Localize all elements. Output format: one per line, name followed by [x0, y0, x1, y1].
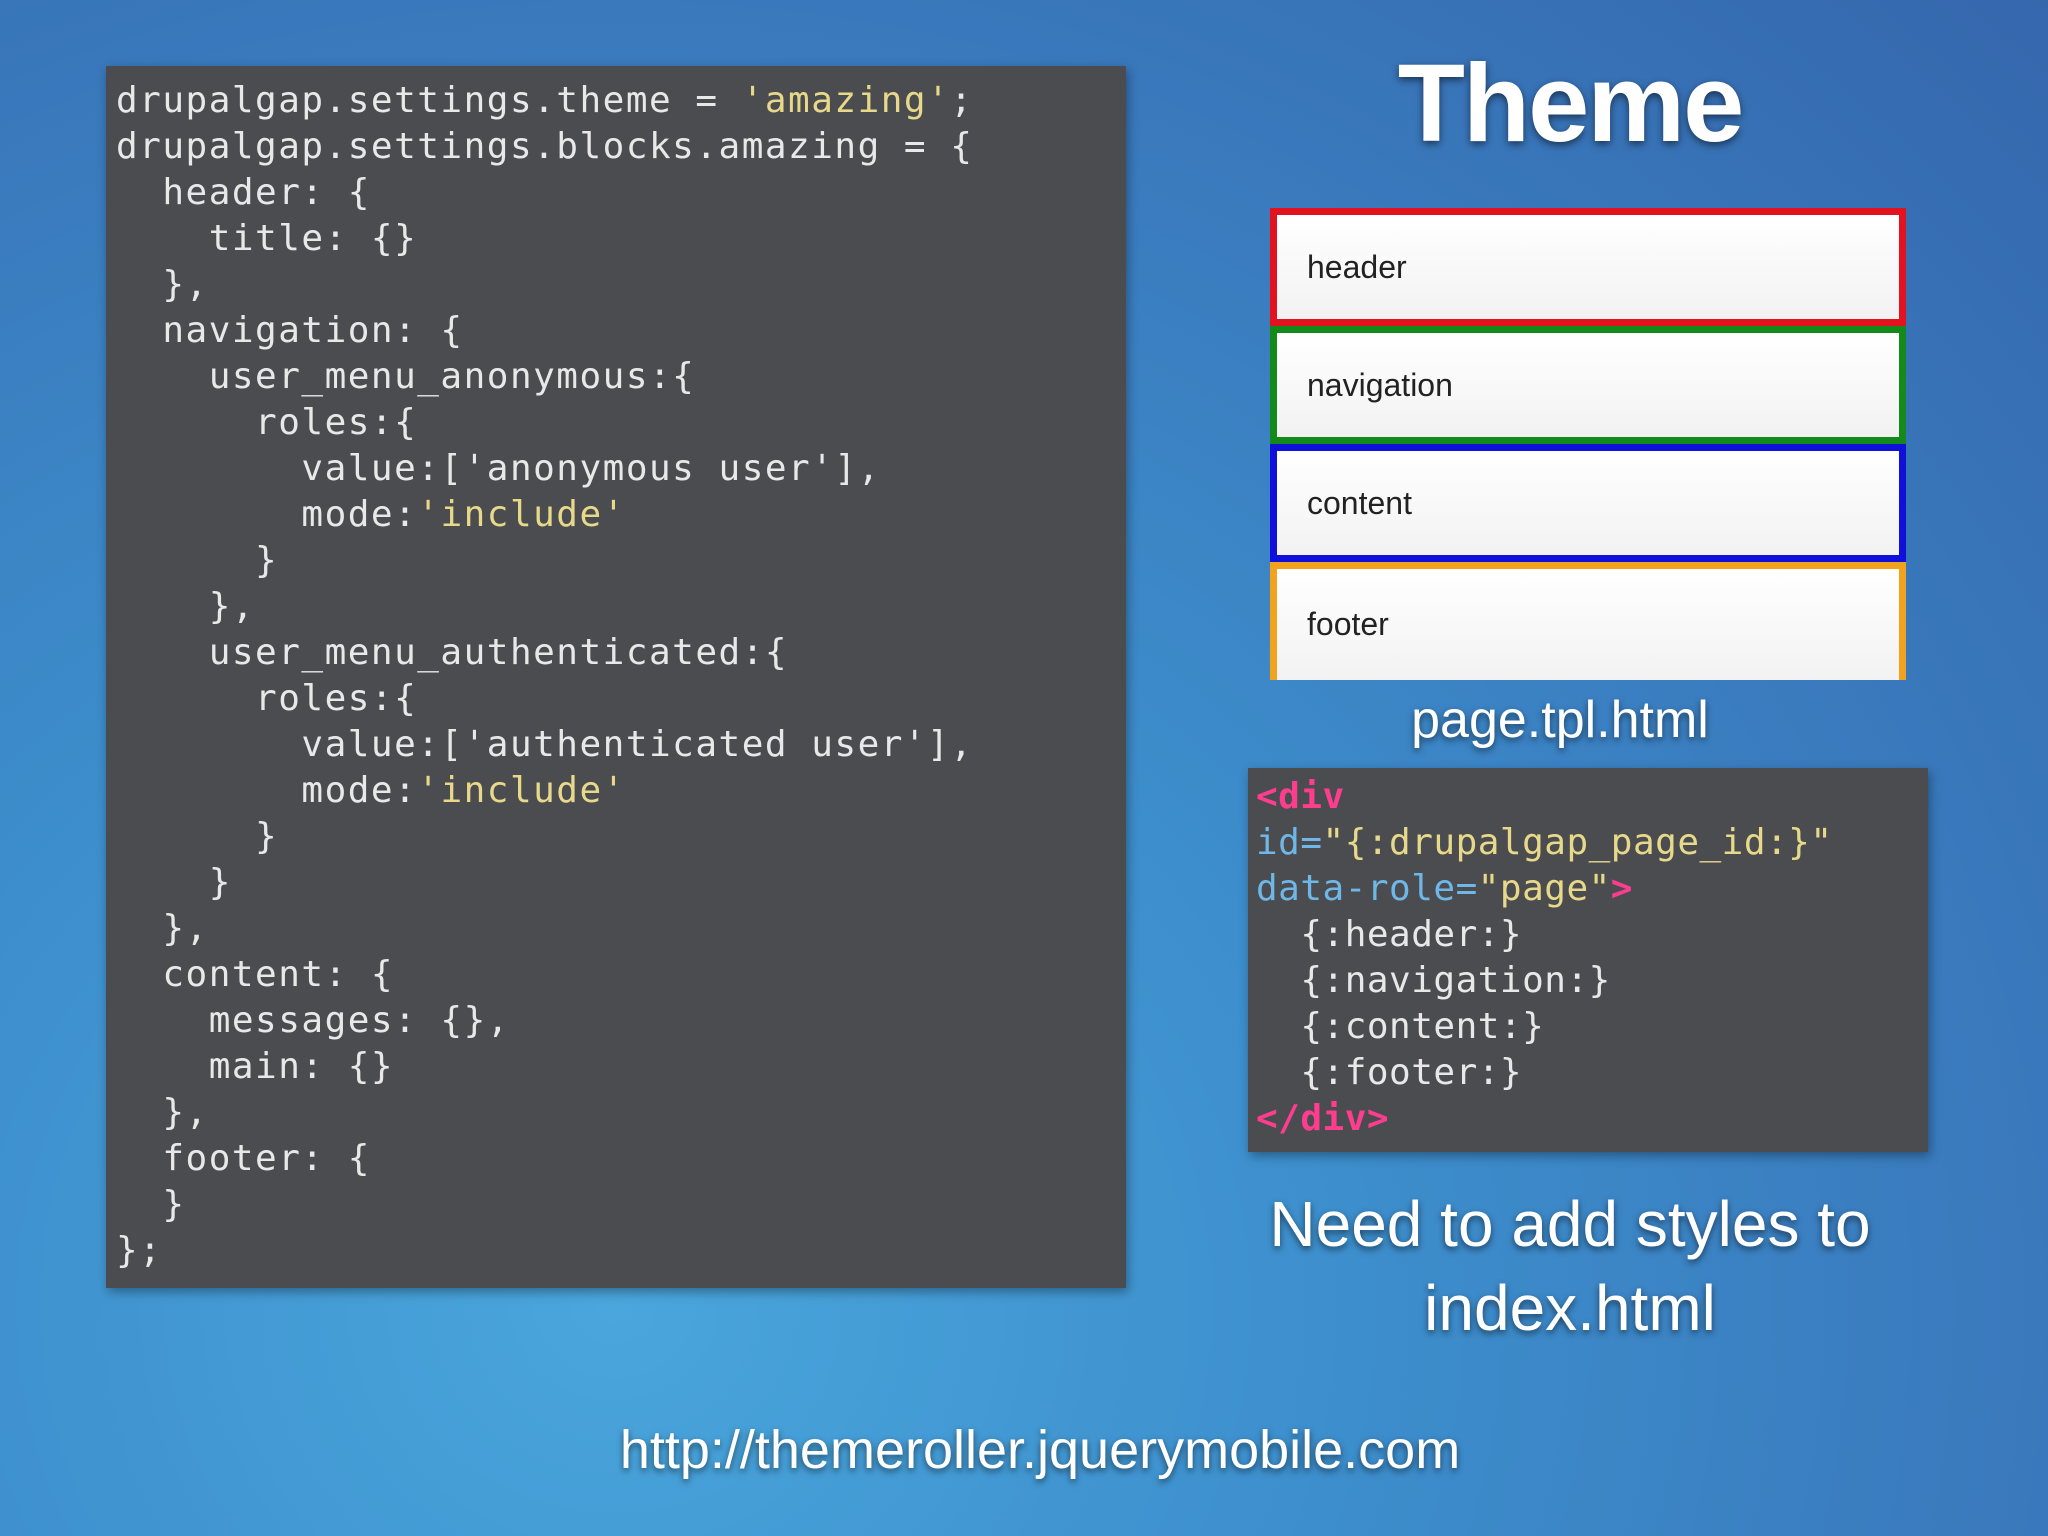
code-line: messages: {},: [116, 1000, 510, 1041]
region-footer: footer: [1270, 562, 1906, 680]
region-content: content: [1270, 444, 1906, 562]
region-navigation: navigation: [1270, 326, 1906, 444]
template-token-navigation: {:navigation:}: [1256, 960, 1611, 1001]
code-line: drupalgap.settings.theme =: [116, 80, 742, 121]
region-header: header: [1270, 208, 1906, 326]
code-line: },: [116, 908, 209, 949]
code-line: }: [116, 862, 232, 903]
code-line: },: [116, 264, 209, 305]
code-string: 'amazing': [741, 80, 951, 121]
code-line: mode:: [116, 770, 418, 811]
slide-title: Theme: [1397, 42, 1745, 165]
code-line: }: [116, 540, 279, 581]
code-string: 'include': [417, 494, 626, 535]
region-label: footer: [1307, 606, 1389, 642]
template-code-panel: <div id="{:drupalgap_page_id:}" data-rol…: [1248, 768, 1928, 1152]
code-line: header: {: [116, 172, 371, 213]
code-line: roles:{: [116, 402, 418, 443]
template-token-content: {:content:}: [1256, 1006, 1545, 1047]
themeroller-url: http://themeroller.jquerymobile.com: [619, 1420, 1461, 1480]
code-line: title: {}: [116, 218, 418, 259]
code-line: value:['authenticated user'],: [116, 724, 974, 765]
code-line: roles:{: [116, 678, 418, 719]
code-line: }: [116, 1184, 186, 1225]
settings-code-panel: drupalgap.settings.theme = 'amazing'; dr…: [106, 66, 1126, 1288]
code-line: ;: [950, 80, 974, 121]
template-token-footer: {:footer:}: [1256, 1052, 1523, 1093]
region-label: header: [1307, 248, 1407, 285]
html-attr-id-value: "{:drupalgap_page_id:}": [1322, 822, 1833, 863]
template-token-header: {:header:}: [1256, 914, 1523, 955]
html-attr-role: data-role=: [1256, 868, 1478, 909]
code-line: },: [116, 586, 256, 627]
code-line: user_menu_anonymous:{: [116, 356, 696, 397]
page-template-filename: page.tpl.html: [1411, 691, 1709, 749]
code-line: main: {}: [116, 1046, 395, 1087]
styles-note-line2: index.html: [1424, 1272, 1716, 1344]
page-layout-diagram: header navigation content footer: [1270, 208, 1906, 680]
code-line: footer: {: [116, 1138, 371, 1179]
code-line: navigation: {: [116, 310, 464, 351]
html-open-tag: <div: [1256, 776, 1345, 817]
html-attr-role-value: "page": [1477, 868, 1611, 909]
code-line: content: {: [116, 954, 395, 995]
region-label: content: [1307, 484, 1412, 521]
code-string: 'include': [417, 770, 626, 811]
html-close-tag: </div>: [1256, 1098, 1390, 1139]
html-attr-id: id=: [1256, 822, 1323, 863]
code-line: value:['anonymous user'],: [116, 448, 881, 489]
code-line: };: [116, 1230, 163, 1271]
code-line: mode:: [116, 494, 418, 535]
styles-note: Need to add styles to index.html: [1200, 1182, 1940, 1350]
code-line: },: [116, 1092, 209, 1133]
settings-code-block: drupalgap.settings.theme = 'amazing'; dr…: [116, 78, 1126, 1274]
code-line: drupalgap.settings.blocks.amazing = {: [116, 126, 974, 167]
code-line: }: [116, 816, 279, 857]
region-label: navigation: [1307, 366, 1453, 403]
template-code-block: <div id="{:drupalgap_page_id:}" data-rol…: [1256, 774, 1928, 1142]
styles-note-line1: Need to add styles to: [1269, 1188, 1871, 1260]
html-open-tag-end: >: [1610, 868, 1633, 909]
code-line: user_menu_authenticated:{: [116, 632, 789, 673]
